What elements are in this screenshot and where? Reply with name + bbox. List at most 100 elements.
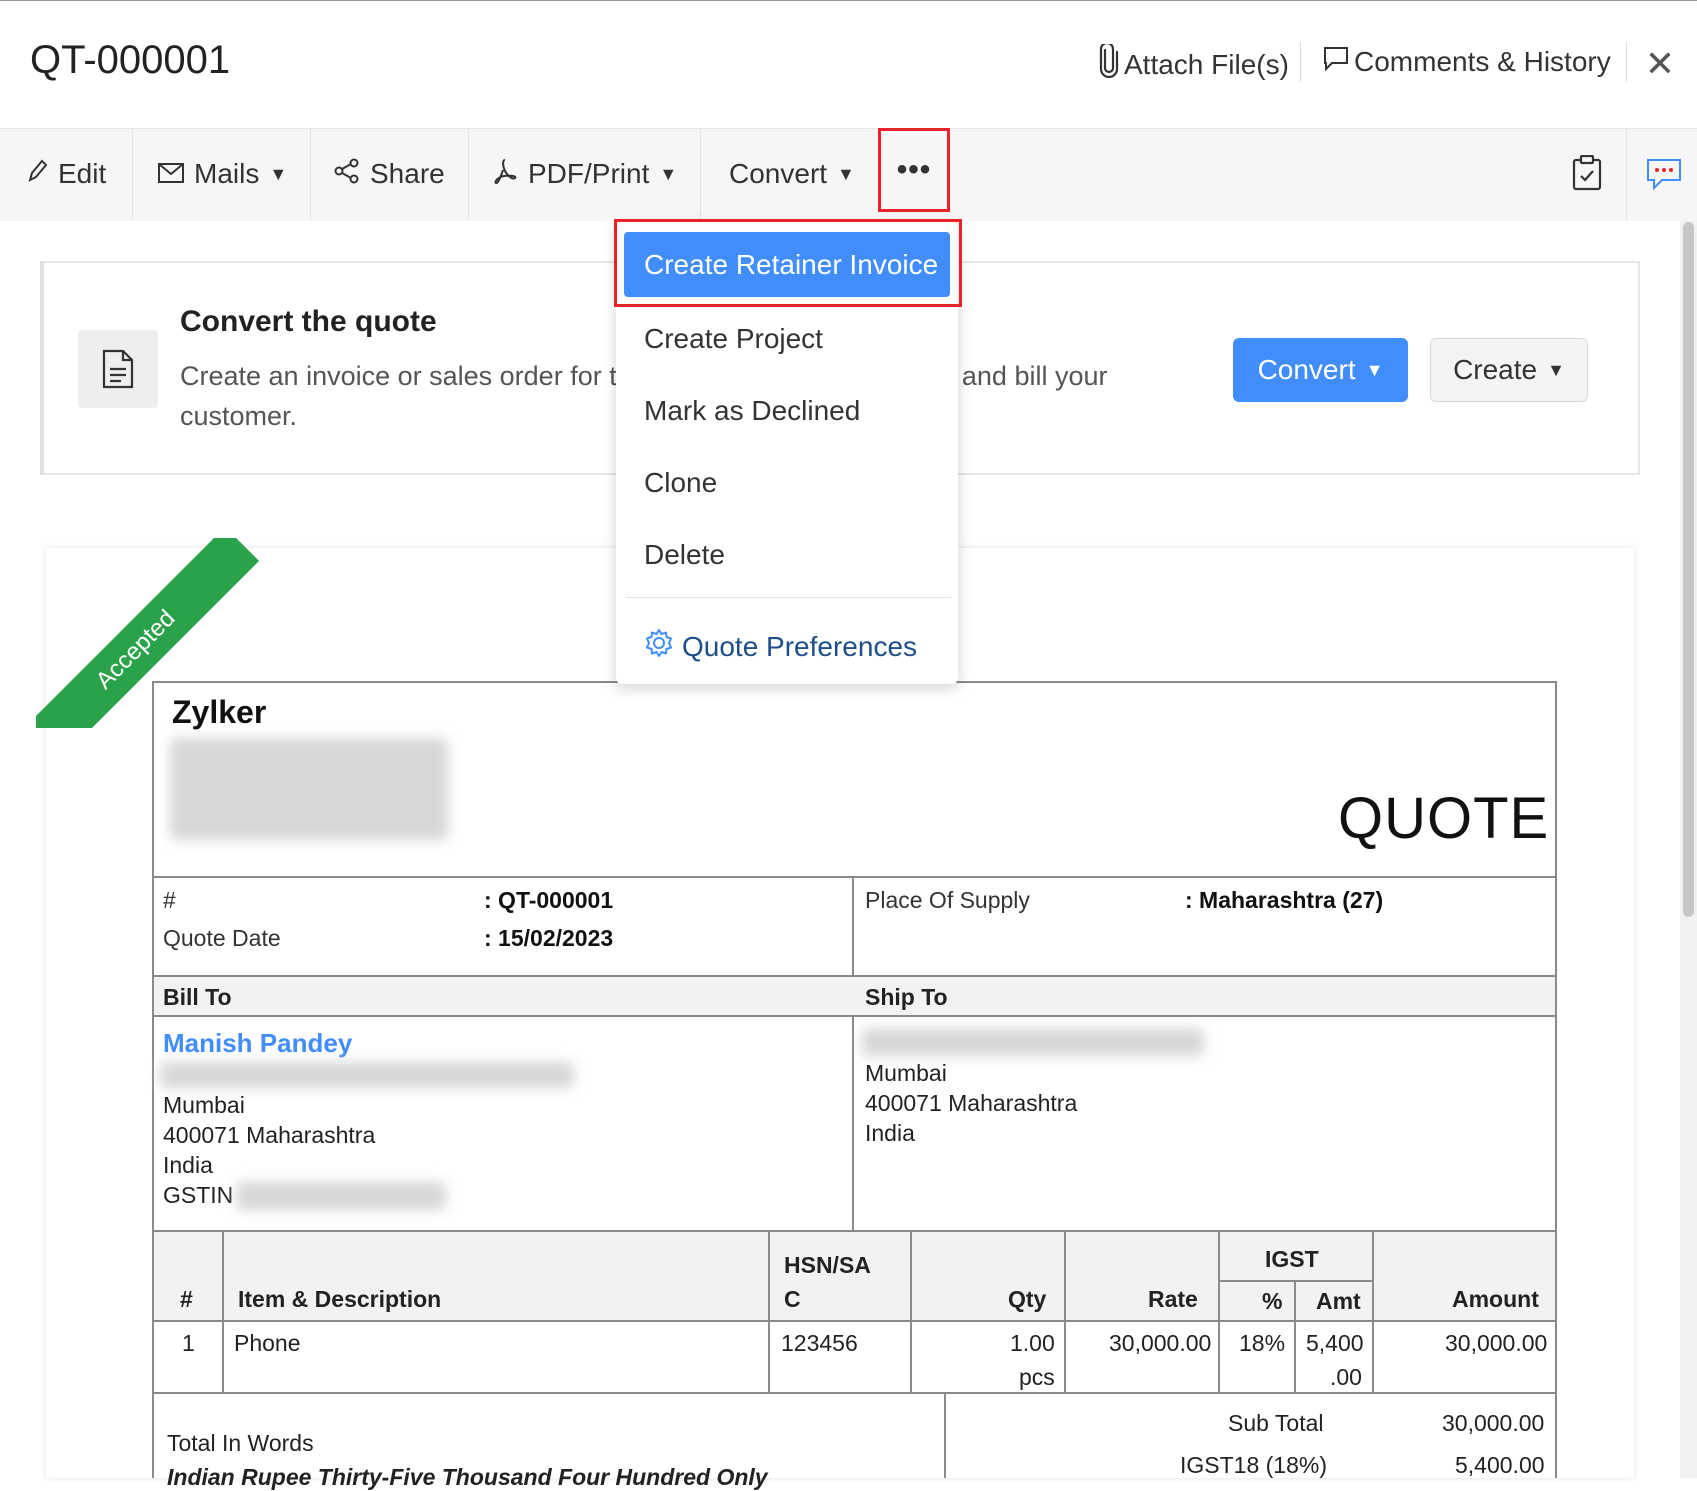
divider [152, 1320, 1557, 1322]
chat-icon[interactable] [1646, 158, 1682, 195]
quote-number-value: : QT-000001 [484, 887, 614, 913]
pdf-print-button[interactable]: PDF/Print ▼ [492, 128, 677, 220]
checklist-icon[interactable] [1572, 154, 1602, 196]
divider [768, 1230, 770, 1392]
customer-name-link[interactable]: Manish Pandey [163, 1028, 352, 1059]
total-in-words-label: Total In Words [167, 1430, 314, 1456]
redacted-bill-address [160, 1062, 574, 1088]
row-unit: pcs [1019, 1364, 1055, 1390]
divider [910, 1230, 912, 1392]
divider [152, 975, 1557, 977]
divider [152, 1015, 1557, 1017]
row-hsn: 123456 [781, 1330, 858, 1356]
highlight-box [614, 219, 962, 307]
bill-city: Mumbai [163, 1092, 245, 1118]
row-item: Phone [234, 1330, 301, 1356]
menu-divider [626, 597, 951, 598]
ship-postal-state: 400071 Maharashtra [865, 1090, 1078, 1116]
banner-title: Convert the quote [180, 305, 437, 338]
col-qty-header: Qty [1008, 1286, 1047, 1312]
menu-item-clone[interactable]: Clone [644, 467, 717, 499]
header-divider [1300, 42, 1301, 82]
document-icon [78, 330, 158, 408]
share-icon [334, 158, 360, 191]
caret-down-icon: ▼ [1365, 359, 1384, 380]
igst-total-label: IGST18 (18%) [1180, 1452, 1327, 1478]
toolbar-divider [1626, 128, 1627, 220]
divider [852, 876, 854, 1230]
redacted-address [170, 738, 448, 840]
row-qty: 1.00 [1010, 1330, 1055, 1356]
ship-country: India [865, 1120, 915, 1146]
ship-city: Mumbai [865, 1060, 947, 1086]
row-amount: 30,000.00 [1445, 1330, 1548, 1356]
mails-button[interactable]: Mails ▼ [158, 128, 287, 220]
place-of-supply-value: : Maharashtra (27) [1185, 887, 1384, 913]
close-icon[interactable]: ✕ [1640, 44, 1680, 84]
col-igst-pct-header: % [1262, 1288, 1283, 1314]
subtotal-label: Sub Total [1228, 1410, 1324, 1436]
place-of-supply-label: Place Of Supply [865, 887, 1030, 913]
gstin-label: GSTIN [163, 1182, 234, 1208]
gear-icon [644, 628, 674, 665]
col-num-header: # [180, 1286, 193, 1312]
col-hsn-header-wrap: C [784, 1286, 801, 1312]
col-rate-header: Rate [1148, 1286, 1198, 1312]
igst-total-value: 5,400.00 [1455, 1452, 1545, 1478]
caret-down-icon: ▼ [269, 163, 288, 184]
bill-country: India [163, 1152, 213, 1178]
col-hsn-header: HSN/SA [784, 1252, 871, 1278]
divider [1372, 1230, 1374, 1392]
divider [152, 1230, 1557, 1232]
divider [222, 1230, 224, 1392]
divider [152, 1392, 1557, 1394]
menu-item-delete[interactable]: Delete [644, 539, 725, 571]
caret-down-icon: ▼ [1547, 359, 1565, 380]
toolbar-divider [700, 128, 701, 220]
divider [1218, 1230, 1220, 1392]
pdf-print-label: PDF/Print [528, 158, 650, 189]
ship-to-heading: Ship To [865, 984, 948, 1010]
quote-number-label: # [163, 887, 176, 913]
pencil-icon [26, 158, 48, 191]
quote-preferences-label: Quote Preferences [682, 630, 918, 662]
caret-down-icon: ▼ [837, 163, 855, 184]
convert-label: Convert [729, 158, 828, 189]
banner-create-button[interactable]: Create ▼ [1430, 338, 1588, 402]
attach-files-label: Attach File(s) [1124, 48, 1289, 80]
row-igst-pct: 18% [1239, 1330, 1286, 1356]
mail-icon [158, 158, 184, 190]
top-border [0, 0, 1697, 1]
scrollbar-thumb[interactable] [1683, 222, 1694, 917]
menu-item-mark-as-declined[interactable]: Mark as Declined [644, 395, 860, 427]
mails-label: Mails [194, 158, 260, 189]
more-options-button[interactable]: ••• [878, 128, 950, 212]
divider [944, 1392, 946, 1478]
attach-files-button[interactable]: Attach File(s) [1098, 41, 1289, 85]
comment-icon [1322, 44, 1350, 79]
share-button[interactable]: Share [334, 128, 445, 220]
convert-dropdown-button[interactable]: Convert ▼ [729, 128, 855, 220]
row-igst-amt: 5,400 [1306, 1330, 1364, 1356]
banner-convert-label: Convert [1257, 354, 1356, 385]
banner-create-label: Create [1453, 354, 1538, 385]
address-heading-row [154, 977, 1555, 1015]
row-rate: 30,000.00 [1109, 1330, 1212, 1356]
menu-item-create-project[interactable]: Create Project [644, 323, 823, 355]
edit-button[interactable]: Edit [26, 128, 106, 220]
header-divider [1626, 42, 1627, 82]
toolbar-divider [132, 128, 133, 220]
col-amount-header: Amount [1452, 1286, 1539, 1312]
redacted-gstin [236, 1182, 446, 1210]
menu-item-quote-preferences[interactable]: Quote Preferences [644, 628, 917, 665]
page-title: QT-000001 [30, 38, 231, 82]
toolbar-divider [310, 128, 311, 220]
pdf-icon [492, 158, 518, 191]
divider [152, 876, 1557, 878]
edit-label: Edit [58, 158, 107, 189]
col-igst-header: IGST [1265, 1246, 1319, 1272]
col-item-header: Item & Description [238, 1286, 442, 1312]
col-igst-amt-header: Amt [1316, 1288, 1361, 1314]
comments-history-button[interactable]: Comments & History [1322, 44, 1611, 79]
banner-convert-button[interactable]: Convert ▼ [1233, 338, 1408, 402]
